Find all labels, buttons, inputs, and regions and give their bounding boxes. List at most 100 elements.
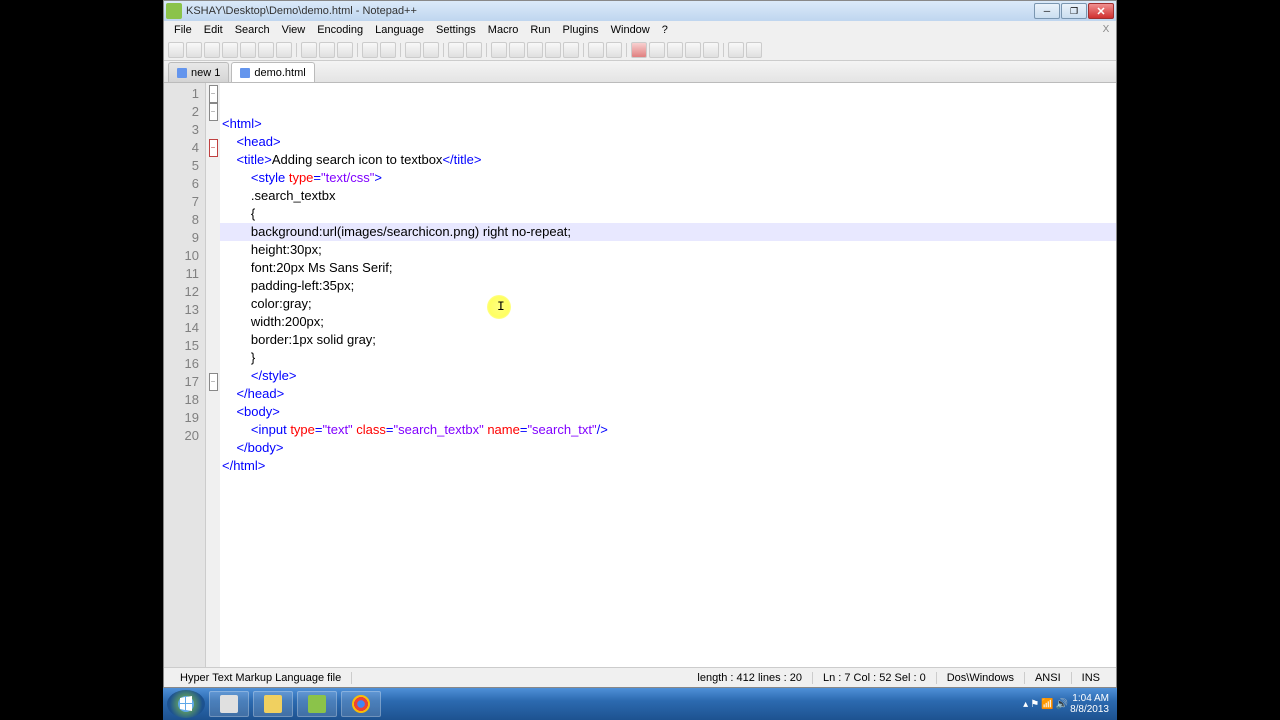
line-number: 17 (164, 373, 205, 391)
save-macro-button[interactable] (703, 42, 719, 58)
code-line[interactable]: padding-left:35px; (220, 277, 1116, 295)
menu-window[interactable]: Window (605, 24, 656, 36)
copy-button[interactable] (319, 42, 335, 58)
replace-button[interactable] (423, 42, 439, 58)
taskbar-folder[interactable] (253, 691, 293, 717)
menu-plugins[interactable]: Plugins (557, 24, 605, 36)
tab-demohtml[interactable]: demo.html (231, 62, 314, 82)
allchars-button[interactable] (545, 42, 561, 58)
zoom-out-button[interactable] (466, 42, 482, 58)
find-button[interactable] (405, 42, 421, 58)
fold-marker (206, 265, 220, 283)
code-line[interactable]: </html> (220, 457, 1116, 475)
menu-language[interactable]: Language (369, 24, 430, 36)
fold-marker (206, 337, 220, 355)
new-file-button[interactable] (168, 42, 184, 58)
taskbar-chrome[interactable] (341, 691, 381, 717)
menu-?[interactable]: ? (656, 24, 674, 36)
code-line[interactable]: color:gray; (220, 295, 1116, 313)
fold-marker[interactable]: − (206, 373, 220, 391)
sync-v-button[interactable] (491, 42, 507, 58)
wrap-button[interactable] (527, 42, 543, 58)
sync-h-button[interactable] (509, 42, 525, 58)
code-area[interactable]: <html> <head> <title>Adding search icon … (220, 83, 1116, 667)
minimize-button[interactable]: ─ (1034, 3, 1060, 19)
line-number: 12 (164, 283, 205, 301)
close-button[interactable]: ✕ (1088, 3, 1114, 19)
undo-button[interactable] (362, 42, 378, 58)
tab-label: demo.html (254, 67, 305, 79)
redo-button[interactable] (380, 42, 396, 58)
code-line[interactable]: .search_textbx (220, 187, 1116, 205)
code-line[interactable]: } (220, 349, 1116, 367)
code-line[interactable]: <body> (220, 403, 1116, 421)
editor[interactable]: 1234567891011121314151617181920 −−−− <ht… (164, 83, 1116, 667)
code-line[interactable]: font:20px Ms Sans Serif; (220, 259, 1116, 277)
menu-view[interactable]: View (276, 24, 312, 36)
code-line[interactable]: <html> (220, 115, 1116, 133)
close-all-button[interactable] (258, 42, 274, 58)
misc-button[interactable] (728, 42, 744, 58)
start-button[interactable] (167, 690, 205, 718)
system-tray[interactable]: ▴ ⚑ 📶 🔊 1:04 AM 8/8/2013 (1023, 693, 1113, 715)
code-line[interactable]: { (220, 205, 1116, 223)
code-token: width:200px; (251, 314, 324, 329)
save-all-button[interactable] (222, 42, 238, 58)
tab-new1[interactable]: new 1 (168, 62, 229, 82)
titlebar[interactable]: KSHAY\Desktop\Demo\demo.html - Notepad++… (164, 1, 1116, 21)
record-button[interactable] (631, 42, 647, 58)
code-line[interactable]: <head> (220, 133, 1116, 151)
print-button[interactable] (276, 42, 292, 58)
menu-macro[interactable]: Macro (482, 24, 525, 36)
line-number: 20 (164, 427, 205, 445)
menu-file[interactable]: File (168, 24, 198, 36)
code-token: <head> (236, 134, 280, 149)
code-line[interactable]: </body> (220, 439, 1116, 457)
menu-search[interactable]: Search (229, 24, 276, 36)
code-line[interactable]: <style type="text/css"> (220, 169, 1116, 187)
indent-guide-button[interactable] (563, 42, 579, 58)
taskbar-explorer[interactable] (209, 691, 249, 717)
misc2-button[interactable] (746, 42, 762, 58)
code-line[interactable]: <input type="text" class="search_textbx"… (220, 421, 1116, 439)
tab-label: new 1 (191, 67, 220, 79)
fold-marker[interactable]: − (206, 103, 220, 121)
line-gutter: 1234567891011121314151617181920 (164, 83, 206, 667)
code-line[interactable]: </style> (220, 367, 1116, 385)
cut-button[interactable] (301, 42, 317, 58)
menu-settings[interactable]: Settings (430, 24, 482, 36)
taskbar-notepadpp[interactable] (297, 691, 337, 717)
fold-marker[interactable]: − (206, 139, 220, 157)
tray-network-icon[interactable]: 📶 (1041, 699, 1053, 710)
code-line[interactable]: <title>Adding search icon to textbox</ti… (220, 151, 1116, 169)
zoom-in-button[interactable] (448, 42, 464, 58)
func-list-button[interactable] (606, 42, 622, 58)
clock[interactable]: 1:04 AM 8/8/2013 (1070, 693, 1109, 715)
tray-up-icon[interactable]: ▴ (1023, 699, 1028, 710)
play-multi-button[interactable] (685, 42, 701, 58)
menu-edit[interactable]: Edit (198, 24, 229, 36)
code-line[interactable]: width:200px; (220, 313, 1116, 331)
doc-map-button[interactable] (588, 42, 604, 58)
tray-volume-icon[interactable]: 🔊 (1056, 699, 1068, 710)
stop-button[interactable] (649, 42, 665, 58)
windows-icon (176, 694, 196, 714)
code-token: </style> (251, 368, 297, 383)
menu-encoding[interactable]: Encoding (311, 24, 369, 36)
fold-marker[interactable]: − (206, 85, 220, 103)
code-token: "search_txt" (527, 422, 596, 437)
close-file-button[interactable] (240, 42, 256, 58)
open-file-button[interactable] (186, 42, 202, 58)
line-number: 19 (164, 409, 205, 427)
play-button[interactable] (667, 42, 683, 58)
code-line[interactable]: </head> (220, 385, 1116, 403)
code-line[interactable]: height:30px; (220, 241, 1116, 259)
tray-flag-icon[interactable]: ⚑ (1030, 699, 1039, 710)
paste-button[interactable] (337, 42, 353, 58)
code-line[interactable]: background:url(images/searchicon.png) ri… (220, 223, 1116, 241)
save-button[interactable] (204, 42, 220, 58)
code-line[interactable]: border:1px solid gray; (220, 331, 1116, 349)
menu-run[interactable]: Run (524, 24, 556, 36)
sub-close-icon[interactable]: X (1100, 23, 1112, 35)
maximize-button[interactable]: ❐ (1061, 3, 1087, 19)
